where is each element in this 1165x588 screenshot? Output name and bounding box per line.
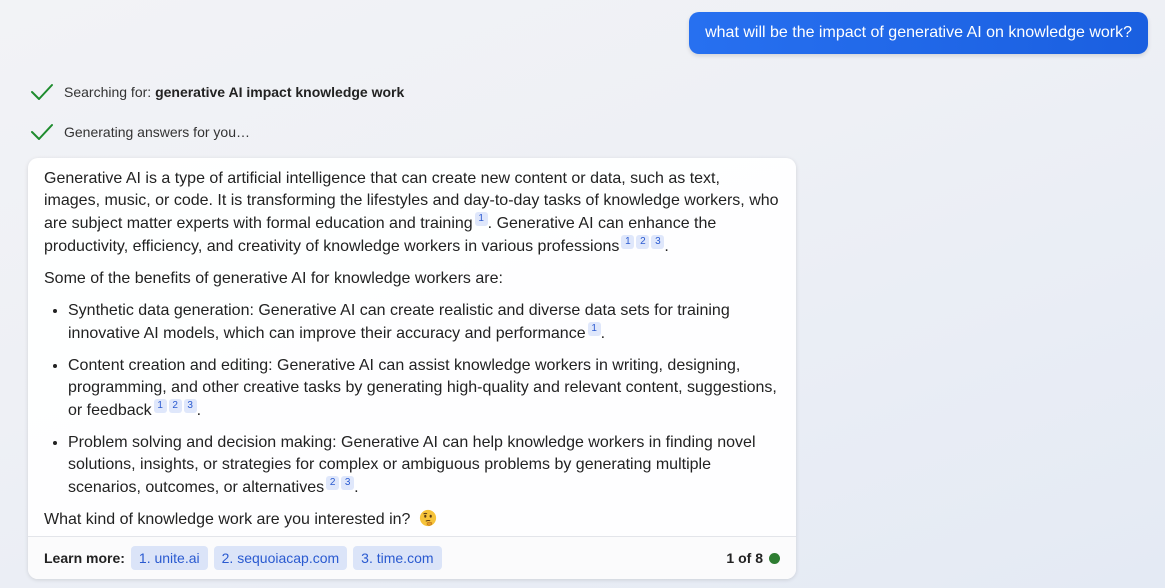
citation-1[interactable]: 1	[587, 322, 601, 336]
question-text: What kind of knowledge work are you inte…	[44, 511, 411, 528]
citation-1[interactable]: 1	[474, 212, 488, 226]
list-item-text: Problem solving and decision making: Gen…	[68, 434, 756, 496]
learn-more-bar: Learn more: 1. unite.ai 2. sequoiacap.co…	[28, 536, 796, 579]
period: .	[196, 402, 202, 419]
citation-3[interactable]: 3	[341, 476, 355, 490]
searching-query: generative AI impact knowledge work	[155, 84, 405, 100]
citation-2[interactable]: 2	[636, 235, 650, 249]
follow-up-question: What kind of knowledge work are you inte…	[44, 509, 780, 531]
list-item: Problem solving and decision making: Gen…	[68, 432, 780, 499]
citation-3[interactable]: 3	[183, 399, 197, 413]
citation-2[interactable]: 2	[168, 399, 182, 413]
benefits-list: Synthetic data generation: Generative AI…	[44, 300, 780, 499]
thinking-face-icon	[419, 509, 436, 527]
searching-status: Searching for: generative AI impact know…	[30, 81, 404, 103]
learn-more-label: Learn more:	[44, 550, 125, 566]
list-item: Synthetic data generation: Generative AI…	[68, 300, 780, 345]
citation-1[interactable]: 1	[153, 399, 167, 413]
generating-status: Generating answers for you…	[30, 121, 250, 143]
answer-body: Generative AI is a type of artificial in…	[28, 158, 796, 531]
period: .	[354, 479, 359, 496]
generating-text: Generating answers for you…	[64, 124, 250, 140]
user-message-bubble: what will be the impact of generative AI…	[689, 12, 1148, 54]
source-link-3[interactable]: 3. time.com	[353, 546, 442, 570]
answer-paragraph-1: Generative AI is a type of artificial in…	[44, 168, 780, 258]
list-item: Content creation and editing: Generative…	[68, 355, 780, 422]
list-item-text: Synthetic data generation: Generative AI…	[68, 302, 730, 342]
answer-paragraph-2: Some of the benefits of generative AI fo…	[44, 270, 503, 287]
response-counter: 1 of 8	[726, 550, 780, 566]
check-icon	[31, 124, 53, 140]
status-dot-icon	[769, 552, 780, 564]
citation-1[interactable]: 1	[621, 235, 635, 249]
check-icon	[31, 84, 53, 100]
source-link-2[interactable]: 2. sequoiacap.com	[213, 546, 348, 570]
citation-3[interactable]: 3	[651, 235, 665, 249]
period: .	[600, 325, 606, 342]
answer-card: Generative AI is a type of artificial in…	[28, 158, 796, 579]
citation-2[interactable]: 2	[326, 476, 340, 490]
response-counter-text: 1 of 8	[726, 550, 763, 566]
source-link-1[interactable]: 1. unite.ai	[130, 546, 208, 570]
searching-prefix: Searching for:	[64, 84, 156, 100]
period: .	[664, 238, 669, 255]
